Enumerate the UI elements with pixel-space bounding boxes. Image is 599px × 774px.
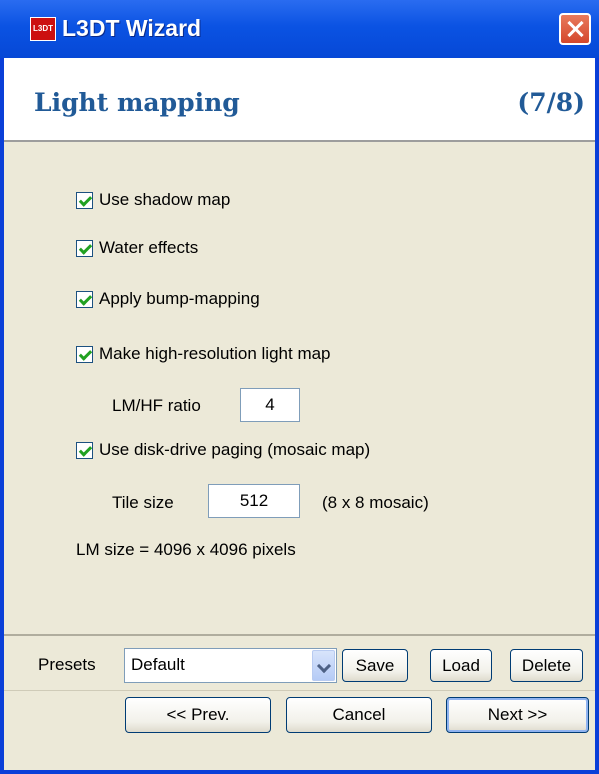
save-preset-button[interactable]: Save <box>342 649 408 682</box>
window-title: L3DT Wizard <box>62 15 202 41</box>
tile-size-label: Tile size <box>112 493 174 512</box>
chevron-down-icon[interactable] <box>312 650 335 681</box>
page-step: (7/8) <box>517 88 585 117</box>
presets-label: Presets <box>38 655 96 674</box>
load-preset-button[interactable]: Load <box>430 649 492 682</box>
lm-size-text: LM size = 4096 x 4096 pixels <box>76 540 296 559</box>
mosaic-info: (8 x 8 mosaic) <box>322 493 429 512</box>
disk-paging-label: Use disk-drive paging (mosaic map) <box>99 440 371 459</box>
lm-hf-ratio-label: LM/HF ratio <box>112 396 201 415</box>
presets-dropdown[interactable]: Default <box>124 648 337 683</box>
next-button[interactable]: Next >> <box>446 697 589 733</box>
lm-hf-ratio-input[interactable]: 4 <box>240 388 300 422</box>
bump-mapping-label: Apply bump-mapping <box>99 289 260 308</box>
presets-bar: Presets Default Save Load Delete <box>4 640 595 690</box>
disk-paging-checkbox[interactable] <box>76 441 93 459</box>
cancel-button[interactable]: Cancel <box>286 697 432 733</box>
high-res-lightmap-option[interactable]: Make high-resolution light map <box>76 344 331 364</box>
divider <box>4 634 595 636</box>
close-button[interactable] <box>559 13 591 45</box>
app-icon: L3DT <box>30 17 56 41</box>
wizard-window: L3DT L3DT Wizard Light mapping (7/8) Use… <box>0 0 599 774</box>
presets-selected-value: Default <box>131 655 185 674</box>
delete-preset-button[interactable]: Delete <box>510 649 583 682</box>
disk-paging-option[interactable]: Use disk-drive paging (mosaic map) <box>76 440 370 460</box>
options-panel: Use shadow map Water effects Apply bump-… <box>4 142 595 634</box>
divider <box>4 690 595 691</box>
water-effects-option[interactable]: Water effects <box>76 238 198 258</box>
high-res-lightmap-label: Make high-resolution light map <box>99 344 331 363</box>
bump-mapping-option[interactable]: Apply bump-mapping <box>76 289 260 309</box>
page-title: Light mapping <box>34 88 240 117</box>
wizard-header: Light mapping (7/8) <box>4 58 595 142</box>
shadow-map-label: Use shadow map <box>99 190 231 209</box>
water-effects-checkbox[interactable] <box>76 239 93 257</box>
prev-button[interactable]: << Prev. <box>125 697 271 733</box>
bump-mapping-checkbox[interactable] <box>76 290 93 308</box>
shadow-map-checkbox[interactable] <box>76 191 93 209</box>
high-res-lightmap-checkbox[interactable] <box>76 345 93 363</box>
title-bar[interactable]: L3DT L3DT Wizard <box>0 0 599 58</box>
water-effects-label: Water effects <box>99 238 199 257</box>
tile-size-input[interactable]: 512 <box>208 484 300 518</box>
shadow-map-option[interactable]: Use shadow map <box>76 190 230 210</box>
